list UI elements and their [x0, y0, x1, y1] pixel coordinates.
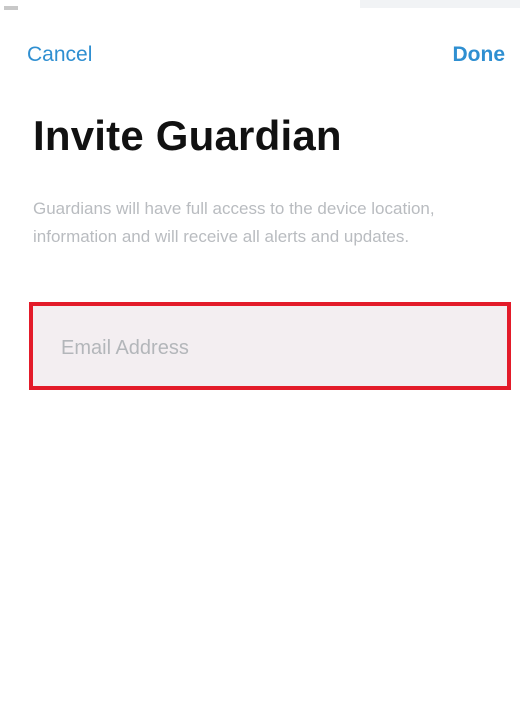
invite-guardian-screen: Cancel Done Invite Guardian Guardians wi…: [0, 0, 523, 716]
navigation-bar: Cancel Done: [0, 30, 523, 82]
guardian-description: Guardians will have full access to the d…: [33, 199, 435, 246]
done-button[interactable]: Done: [453, 43, 506, 67]
page-title: Invite Guardian: [33, 112, 342, 159]
email-address-input[interactable]: [61, 328, 481, 368]
email-field-container[interactable]: [29, 302, 511, 390]
cancel-button[interactable]: Cancel: [27, 43, 92, 67]
status-bar-edge: [360, 0, 520, 8]
status-bar-mark: [4, 6, 18, 10]
